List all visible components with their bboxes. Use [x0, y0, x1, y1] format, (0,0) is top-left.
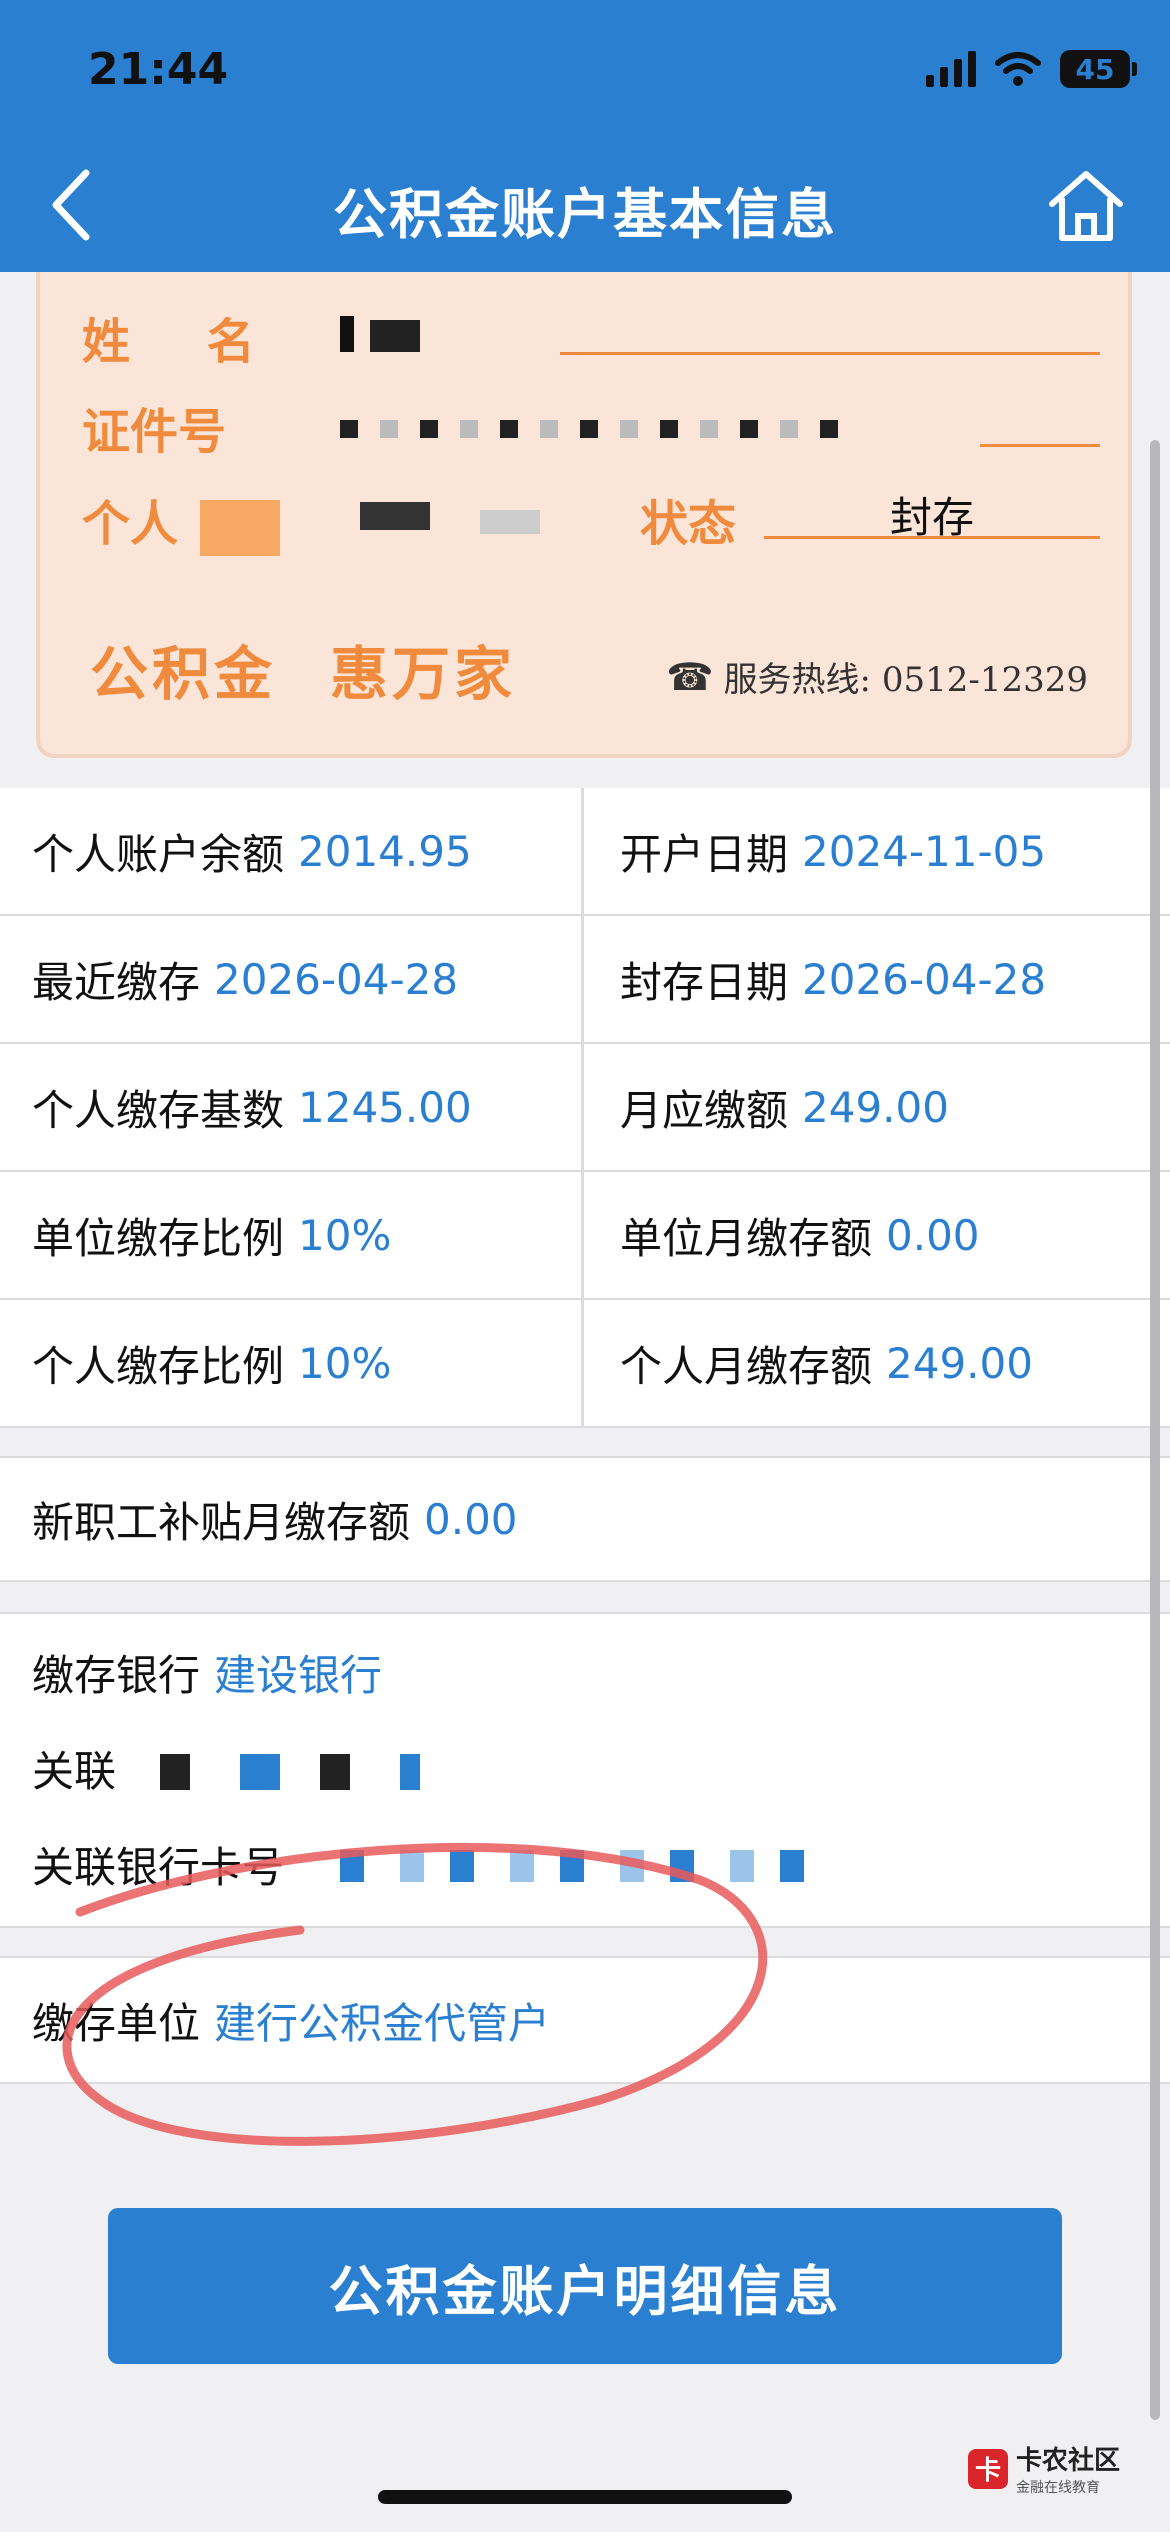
- info-cell: 单位缴存比例 10%: [0, 1172, 584, 1298]
- info-row: 单位缴存比例 10% 单位月缴存额 0.00: [0, 1172, 1170, 1300]
- info-label: 个人缴存基数: [32, 1085, 285, 1135]
- bank-value: 建设银行: [214, 1650, 383, 1700]
- hotline-text: 服务热线: 0512-12329: [723, 660, 1088, 700]
- annotation-circle: [62, 1842, 768, 2146]
- scrollbar[interactable]: [1150, 440, 1160, 2420]
- name-label: 姓 名: [82, 314, 285, 370]
- brand-right: 惠万家: [330, 640, 517, 708]
- info-cell: 开户日期 2024-11-05: [584, 788, 1170, 914]
- info-label: 个人缴存比例: [32, 1341, 285, 1391]
- app-header: 21:44 45 公积金账户基本信息: [0, 0, 1170, 272]
- account-detail-button[interactable]: 公积金账户明细信息: [108, 2208, 1062, 2364]
- subsidy-panel: 新职工补贴月缴存额 0.00: [0, 1456, 1170, 1582]
- status-icons: 45: [926, 50, 1137, 88]
- account-card: 姓 名 证件号 个人 状态 封存 公积金 惠万家 ☎ 服务热线: 0512-12…: [36, 272, 1132, 758]
- redacted-personal: [200, 500, 280, 556]
- redacted-name: [340, 316, 354, 352]
- info-value: 0.00: [886, 1210, 980, 1260]
- info-row: 个人缴存基数 1245.00 月应缴额 249.00: [0, 1044, 1170, 1172]
- watermark-logo-icon: 卡: [967, 2448, 1008, 2489]
- info-label: 个人月缴存额: [620, 1341, 873, 1391]
- info-value: 1245.00: [298, 1082, 472, 1132]
- info-value: 2024-11-05: [802, 826, 1047, 876]
- info-label: 个人账户余额: [32, 829, 285, 879]
- subsidy-value: 0.00: [424, 1494, 518, 1544]
- brand-left: 公积金: [90, 640, 277, 708]
- battery-icon: 45: [1060, 50, 1137, 88]
- linked-label: 关联: [32, 1746, 117, 1796]
- wifi-icon: [995, 52, 1041, 86]
- subsidy-row: 新职工补贴月缴存额 0.00: [0, 1458, 1170, 1580]
- personal-label: 个人: [82, 496, 179, 552]
- info-cell: 个人月缴存额 249.00: [584, 1300, 1170, 1426]
- info-label: 最近缴存: [32, 957, 201, 1007]
- info-value: 10%: [298, 1338, 392, 1388]
- status-time: 21:44: [88, 44, 229, 95]
- info-value: 249.00: [802, 1082, 949, 1132]
- page-title: 公积金账户基本信息: [333, 183, 837, 246]
- info-value: 2014.95: [298, 826, 472, 876]
- redacted-linked: [160, 1754, 420, 1790]
- bank-label: 缴存银行: [32, 1650, 201, 1700]
- watermark: 卡 卡农社区 金融在线教育: [967, 2440, 1120, 2497]
- info-label: 开户日期: [620, 829, 789, 879]
- cellular-signal-icon: [926, 51, 976, 87]
- info-value: 10%: [298, 1210, 392, 1260]
- redacted-id: [340, 420, 860, 438]
- info-label: 单位月缴存额: [620, 1213, 873, 1263]
- info-label: 封存日期: [620, 957, 789, 1007]
- info-row: 个人账户余额 2014.95 开户日期 2024-11-05: [0, 788, 1170, 916]
- watermark-subtitle: 金融在线教育: [1015, 2480, 1100, 2496]
- watermark-text: 卡农社区 金融在线教育: [1016, 2440, 1120, 2497]
- info-cell: 月应缴额 249.00: [584, 1044, 1170, 1170]
- info-value: 249.00: [886, 1338, 1033, 1388]
- id-underline: [980, 444, 1100, 447]
- name-underline: [560, 352, 1100, 355]
- info-cell: 单位月缴存额 0.00: [584, 1172, 1170, 1298]
- info-row: 最近缴存 2026-04-28 封存日期 2026-04-28: [0, 916, 1170, 1044]
- account-info-grid: 个人账户余额 2014.95 开户日期 2024-11-05 最近缴存 2026-04…: [0, 788, 1170, 1428]
- info-value: 2026-04-28: [214, 954, 459, 1004]
- status-underline: [764, 536, 1100, 539]
- bank-row: 缴存银行 建设银行: [0, 1624, 1170, 1720]
- watermark-title: 卡农社区: [1015, 2446, 1120, 2476]
- subsidy-label: 新职工补贴月缴存额: [32, 1497, 411, 1547]
- info-cell: 封存日期 2026-04-28: [584, 916, 1170, 1042]
- info-row: 个人缴存比例 10% 个人月缴存额 249.00: [0, 1300, 1170, 1428]
- id-label: 证件号: [82, 404, 227, 460]
- home-indicator: [378, 2490, 792, 2504]
- info-label: 月应缴额: [620, 1085, 789, 1135]
- redacted-personal-2: [360, 502, 430, 530]
- status-label: 状态: [640, 496, 737, 552]
- info-cell: 最近缴存 2026-04-28: [0, 916, 584, 1042]
- phone-icon: ☎: [666, 654, 714, 699]
- redacted-personal-3: [480, 510, 540, 534]
- info-cell: 个人账户余额 2014.95: [0, 788, 584, 914]
- hotline: ☎ 服务热线: 0512-12329: [666, 652, 1088, 701]
- info-cell: 个人缴存基数 1245.00: [0, 1044, 584, 1170]
- redacted-name-block: [370, 320, 420, 352]
- info-value: 2026-04-28: [802, 954, 1047, 1004]
- home-icon[interactable]: [1046, 166, 1126, 246]
- battery-level: 45: [1075, 52, 1115, 86]
- info-cell: 个人缴存比例 10%: [0, 1300, 584, 1426]
- info-label: 单位缴存比例: [32, 1213, 285, 1263]
